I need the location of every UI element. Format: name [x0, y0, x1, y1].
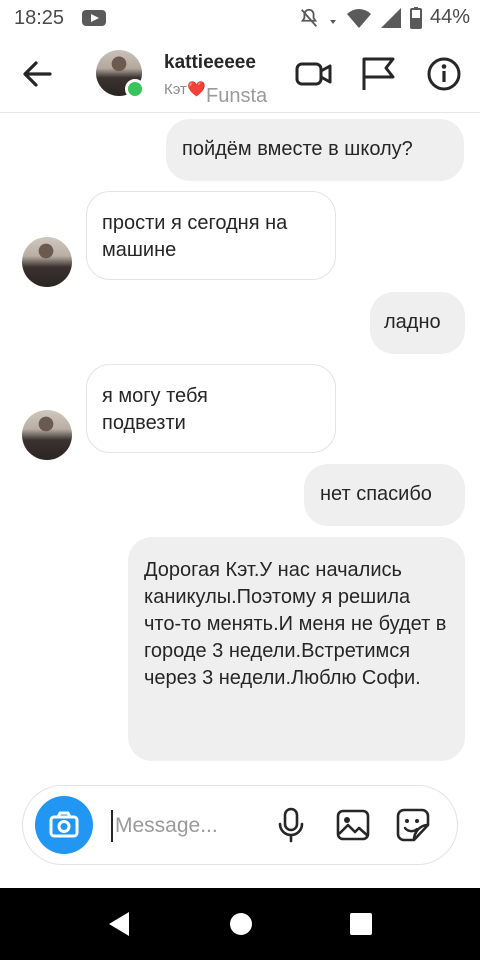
camera-icon [49, 811, 79, 838]
message-bubble-outgoing[interactable]: ладно [370, 292, 465, 354]
message-text: пойдём вместе в школу? [182, 138, 413, 160]
nav-back-icon[interactable] [107, 910, 131, 938]
message-bubble-outgoing[interactable]: пойдём вместе в школу? [166, 119, 464, 181]
gallery-icon [336, 809, 370, 841]
status-bar: 18:25 44% [0, 0, 480, 36]
wifi-icon [346, 8, 371, 28]
nav-recents-icon[interactable] [349, 910, 373, 938]
android-navigation-bar [0, 888, 480, 960]
mute-icon [300, 8, 318, 27]
message-bubble-outgoing[interactable]: нет спасибо [304, 464, 465, 526]
status-time: 18:25 [14, 7, 65, 29]
report-flag-button[interactable] [358, 54, 398, 94]
message-bubble-outgoing[interactable]: Дорогая Кэт.У нас начались каникулы.Поэт… [128, 537, 465, 761]
sticker-icon [396, 808, 430, 842]
sticker-button[interactable] [395, 806, 431, 844]
conversation-info-button[interactable] [424, 54, 464, 94]
signal-icon [380, 7, 401, 28]
message-text: нет спасибо [320, 483, 432, 505]
contact-username[interactable]: kattieeeee [164, 52, 256, 74]
contact-avatar[interactable] [96, 50, 145, 99]
voice-message-button[interactable] [273, 806, 309, 844]
online-status-indicator [125, 79, 145, 99]
sender-avatar[interactable] [22, 410, 72, 460]
message-bubble-incoming[interactable]: прости я сегодня на машине [86, 191, 336, 280]
system-indicators: 44% [298, 6, 470, 29]
microphone-icon [278, 807, 304, 843]
info-icon [427, 57, 461, 91]
message-text: Дорогая Кэт.У нас начались каникулы.Поэт… [144, 559, 447, 689]
chat-header: kattieeeee Кэт❤️ Funsta [0, 36, 480, 113]
camera-button[interactable] [35, 796, 93, 854]
back-arrow-icon [23, 61, 52, 87]
contact-display-name: Кэт [164, 81, 187, 98]
back-button[interactable] [16, 54, 60, 94]
data-arrows-icon [329, 19, 336, 24]
video-camera-icon [295, 62, 332, 86]
battery-percent: 44% [429, 6, 470, 28]
message-input[interactable] [113, 810, 275, 842]
heart-emoji: ❤️ [186, 81, 206, 98]
sender-avatar[interactable] [22, 237, 72, 287]
message-bubble-incoming[interactable]: я могу тебя подвезти [86, 364, 336, 453]
message-text: я могу тебя подвезти [102, 385, 208, 434]
flag-icon [362, 57, 395, 90]
gallery-button[interactable] [335, 806, 371, 844]
video-call-button[interactable] [294, 54, 334, 94]
battery-icon [409, 6, 422, 29]
message-text: прости я сегодня на машине [102, 212, 288, 261]
message-text: ладно [384, 311, 441, 333]
nav-home-icon[interactable] [229, 910, 253, 938]
message-composer [22, 785, 458, 865]
contact-subtitle: Кэт❤️ Funsta [164, 80, 267, 107]
funsta-overlay-text: Funsta [206, 85, 268, 107]
youtube-notification-icon [82, 10, 106, 26]
